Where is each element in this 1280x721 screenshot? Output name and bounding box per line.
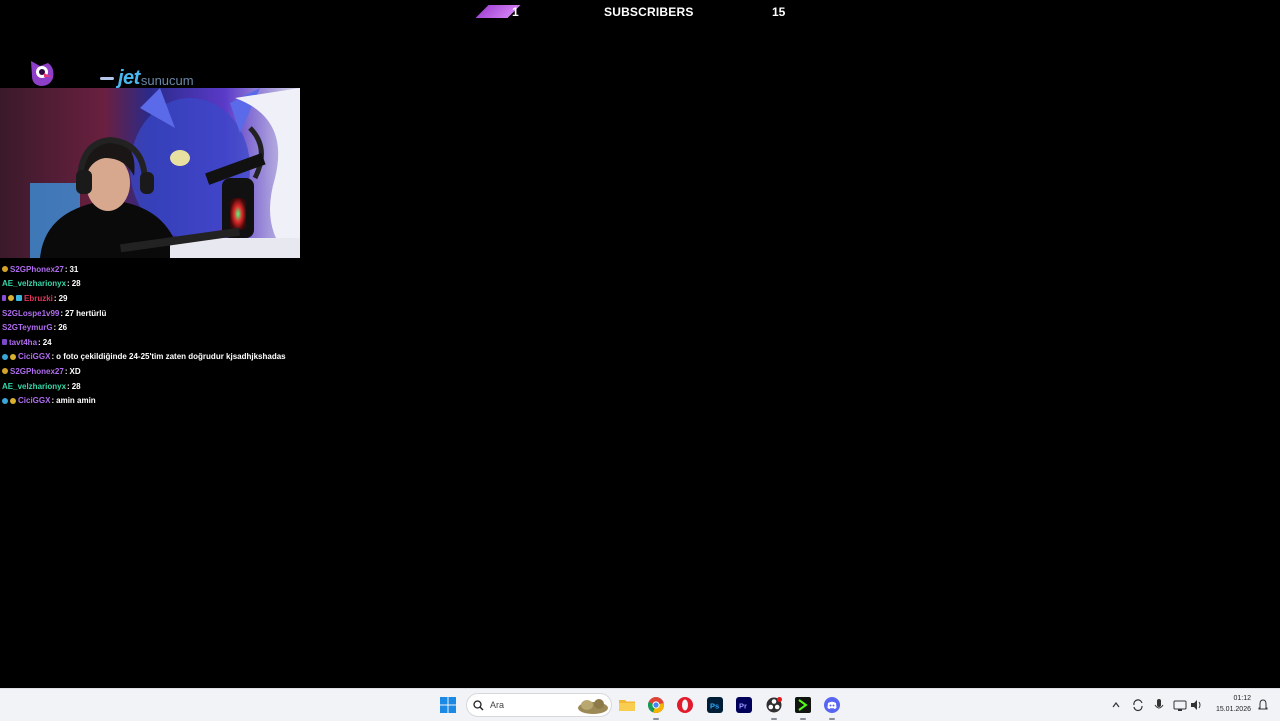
chat-username: S2GTeymurG xyxy=(2,323,53,333)
chat-username: S2GPhonex27 xyxy=(10,264,64,274)
microphone-icon[interactable] xyxy=(1153,697,1165,713)
chat-badge-icon xyxy=(8,295,14,302)
chat-badge-icon xyxy=(10,397,16,404)
search-icon xyxy=(473,700,484,711)
chat-message: CiciGGX: amin amin xyxy=(2,393,322,408)
chevron-up-icon[interactable] xyxy=(1111,697,1121,713)
jet-sunucum-logo: jet sunucum xyxy=(100,66,194,90)
photoshop-icon[interactable]: Ps xyxy=(707,697,723,713)
chat-message: AE_velzharionyx: 28 xyxy=(2,279,81,289)
chat-message: S2GLospe1v99: 27 hertürlü xyxy=(2,308,107,318)
chat-text: 27 hertürlü xyxy=(65,308,107,318)
chat-text: 31 xyxy=(69,264,79,274)
notification-bell-icon[interactable] xyxy=(1257,697,1269,713)
chat-badge-icon xyxy=(16,295,22,302)
chat-username: AE_velzharionyx xyxy=(2,279,67,289)
logo-brand: jet xyxy=(118,66,140,89)
terminal-icon[interactable] xyxy=(795,697,811,713)
widgets-icon[interactable] xyxy=(577,697,609,714)
chat-username: AE_velzharionyx xyxy=(2,381,67,391)
logo-brand-suffix: sunucum xyxy=(140,73,194,88)
chat-text: 24 xyxy=(42,337,52,347)
clock-date[interactable]: 15.01.2026 xyxy=(1205,706,1251,713)
taskbar-search[interactable]: Ara xyxy=(466,693,612,717)
subscriber-count-left: 1 xyxy=(512,5,519,19)
chat-message: Ebruzki: 29 xyxy=(2,291,322,306)
bird-logo-icon xyxy=(28,58,56,88)
subscriber-count-right: 15 xyxy=(772,5,786,19)
volume-icon[interactable] xyxy=(1190,697,1204,713)
chat-username: tavt4ha xyxy=(9,337,38,347)
svg-text:Ps: Ps xyxy=(710,702,719,711)
chat-username: S2GLospe1v99 xyxy=(2,308,60,318)
search-placeholder: Ara xyxy=(490,700,505,710)
chat-text: 28 xyxy=(71,279,81,289)
chat-message: S2GPhonex27: 31 xyxy=(2,262,322,277)
chat-text: 28 xyxy=(71,381,81,391)
subscriber-bar: 1 SUBSCRIBERS 15 xyxy=(470,0,810,24)
webcam-feed xyxy=(0,88,300,258)
chat-message: AE_velzharionyx: 28 xyxy=(2,381,81,391)
chat-badge-icon xyxy=(2,397,8,404)
chat-username: CiciGGX xyxy=(18,352,51,362)
chat-username: S2GPhonex27 xyxy=(10,366,64,376)
chat-username: CiciGGX xyxy=(18,396,51,406)
chat-message: S2GPhonex27: XD xyxy=(2,364,322,379)
chat-badge-icon xyxy=(2,339,7,346)
opera-icon[interactable] xyxy=(677,697,693,713)
svg-text:Pr: Pr xyxy=(739,702,747,711)
chat-text: 26 xyxy=(58,323,68,333)
chat-badge-icon xyxy=(10,353,16,360)
chat-username: Ebruzki xyxy=(24,293,53,303)
subscriber-title: SUBSCRIBERS xyxy=(604,5,694,19)
chat-text: 29 xyxy=(58,293,68,303)
chat-text: o foto çekildiğinde 24-25'tim zaten doğr… xyxy=(56,352,286,362)
file-explorer-icon[interactable] xyxy=(619,697,635,713)
sync-icon[interactable] xyxy=(1131,697,1145,713)
chat-badge-icon xyxy=(2,353,8,360)
chat-message: CiciGGX: o foto çekildiğinde 24-25'tim z… xyxy=(2,350,322,365)
chat-badge-icon xyxy=(2,266,8,273)
clock-time[interactable]: 01:12 xyxy=(1205,695,1251,702)
chat-message: S2GTeymurG: 26 xyxy=(2,323,68,333)
chat-badge-icon xyxy=(2,295,6,302)
discord-icon[interactable] xyxy=(824,697,840,713)
chat-message: tavt4ha: 24 xyxy=(2,335,322,350)
network-icon[interactable] xyxy=(1173,697,1187,713)
premiere-icon[interactable]: Pr xyxy=(736,697,752,713)
chat-text: amin amin xyxy=(56,396,96,406)
chat-overlay: S2GPhonex27: 31 AE_velzharionyx: 28 Ebru… xyxy=(2,262,322,408)
taskbar: Ara Ps Pr 01:12 15.01.2026 xyxy=(0,688,1280,721)
start-icon[interactable] xyxy=(440,697,456,713)
chat-badge-icon xyxy=(2,368,8,375)
chat-text: XD xyxy=(69,366,81,376)
chrome-icon[interactable] xyxy=(648,697,664,713)
obs-icon[interactable] xyxy=(766,697,782,713)
